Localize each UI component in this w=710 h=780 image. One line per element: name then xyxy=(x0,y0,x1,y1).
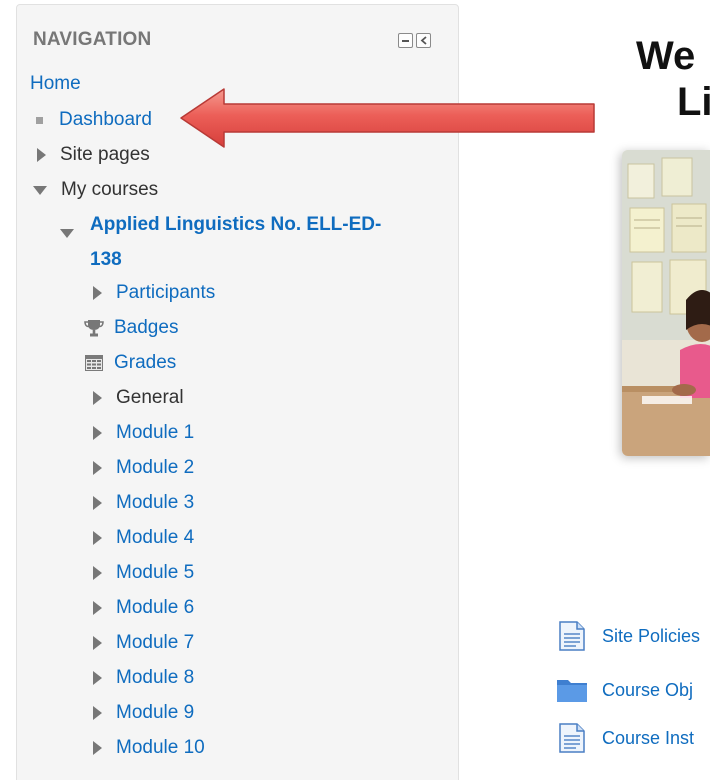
nav-item-general[interactable]: General xyxy=(93,387,184,409)
nav-item-course-cont[interactable]: 138 xyxy=(90,249,122,271)
folder-icon xyxy=(556,674,588,706)
resource-link[interactable]: Site Policies xyxy=(602,626,700,647)
nav-item-module[interactable]: Module 9 xyxy=(93,702,194,724)
nav-item-my-courses[interactable]: My courses xyxy=(33,179,158,201)
expand-arrow-icon[interactable] xyxy=(93,636,102,650)
resource-link[interactable]: Course Obj xyxy=(602,680,693,701)
nav-my-courses-label[interactable]: My courses xyxy=(61,179,158,201)
collapse-arrow-icon[interactable] xyxy=(60,229,74,238)
nav-module-label[interactable]: Module 8 xyxy=(116,667,194,689)
nav-item-module[interactable]: Module 8 xyxy=(93,667,194,689)
dock-block-icon[interactable] xyxy=(416,33,431,48)
nav-badges-label[interactable]: Badges xyxy=(114,317,178,339)
course-title-line2[interactable]: 138 xyxy=(90,249,122,271)
welcome-heading-line1: We xyxy=(636,34,696,78)
nav-item-site-pages[interactable]: Site pages xyxy=(37,144,150,166)
page: NAVIGATION Home Dashboard Site pages My … xyxy=(0,0,710,780)
nav-module-label[interactable]: Module 5 xyxy=(116,562,194,584)
nav-home-label[interactable]: Home xyxy=(30,73,81,95)
course-title-line1[interactable]: Applied Linguistics No. ELL-ED- xyxy=(90,214,381,236)
nav-item-module[interactable]: Module 3 xyxy=(93,492,194,514)
expand-arrow-icon[interactable] xyxy=(93,461,102,475)
nav-item-module[interactable]: Module 2 xyxy=(93,457,194,479)
expand-arrow-icon[interactable] xyxy=(93,426,102,440)
expand-arrow-icon[interactable] xyxy=(37,148,46,162)
navigation-header: NAVIGATION xyxy=(33,29,152,50)
nav-item-course[interactable]: Applied Linguistics No. ELL-ED- xyxy=(90,214,381,236)
nav-module-label[interactable]: Module 3 xyxy=(116,492,194,514)
nav-item-module[interactable]: Module 4 xyxy=(93,527,194,549)
collapse-arrow-icon[interactable] xyxy=(33,185,47,195)
expand-arrow-icon[interactable] xyxy=(93,531,102,545)
nav-module-label[interactable]: Module 10 xyxy=(116,737,205,759)
nav-item-badges[interactable]: Badges xyxy=(84,317,178,339)
resource-item[interactable]: Site Policies xyxy=(556,620,700,652)
expand-arrow-icon[interactable] xyxy=(93,496,102,510)
nav-item-dashboard[interactable]: Dashboard xyxy=(36,109,152,131)
welcome-heading-line2: Li xyxy=(677,80,710,124)
expand-arrow-icon[interactable] xyxy=(93,706,102,720)
expand-arrow-icon[interactable] xyxy=(93,601,102,615)
nav-item-participants[interactable]: Participants xyxy=(93,282,215,304)
nav-item-home[interactable]: Home xyxy=(30,73,81,95)
annotation-arrow xyxy=(180,88,595,148)
document-icon xyxy=(556,620,588,652)
expand-arrow-icon[interactable] xyxy=(93,566,102,580)
document-icon xyxy=(556,722,588,754)
nav-module-label[interactable]: Module 1 xyxy=(116,422,194,444)
expand-arrow-icon[interactable] xyxy=(93,391,102,405)
nav-participants-label[interactable]: Participants xyxy=(116,282,215,304)
nav-dashboard-label[interactable]: Dashboard xyxy=(59,109,152,131)
expand-arrow-icon[interactable] xyxy=(93,671,102,685)
grades-table-icon xyxy=(84,353,104,373)
nav-module-label[interactable]: Module 6 xyxy=(116,597,194,619)
nav-module-label[interactable]: Module 2 xyxy=(116,457,194,479)
expand-arrow-icon[interactable] xyxy=(93,741,102,755)
nav-module-label[interactable]: Module 7 xyxy=(116,632,194,654)
resource-item[interactable]: Course Inst xyxy=(556,722,694,754)
block-controls xyxy=(398,33,431,48)
nav-item-module[interactable]: Module 10 xyxy=(93,737,205,759)
nav-item-module[interactable]: Module 6 xyxy=(93,597,194,619)
bullet-icon xyxy=(36,116,43,124)
nav-item-grades[interactable]: Grades xyxy=(84,352,176,374)
course-banner-image xyxy=(622,150,710,456)
course-collapse-arrow[interactable] xyxy=(60,225,74,243)
trophy-icon xyxy=(84,318,104,338)
resource-link[interactable]: Course Inst xyxy=(602,728,694,749)
nav-module-label[interactable]: Module 4 xyxy=(116,527,194,549)
expand-arrow-icon[interactable] xyxy=(93,286,102,300)
nav-item-module[interactable]: Module 7 xyxy=(93,632,194,654)
nav-item-module[interactable]: Module 1 xyxy=(93,422,194,444)
nav-grades-label[interactable]: Grades xyxy=(114,352,176,374)
nav-general-label[interactable]: General xyxy=(116,387,184,409)
nav-item-module[interactable]: Module 5 xyxy=(93,562,194,584)
nav-site-pages-label[interactable]: Site pages xyxy=(60,144,150,166)
collapse-block-icon[interactable] xyxy=(398,33,413,48)
resource-item[interactable]: Course Obj xyxy=(556,674,693,706)
nav-module-label[interactable]: Module 9 xyxy=(116,702,194,724)
